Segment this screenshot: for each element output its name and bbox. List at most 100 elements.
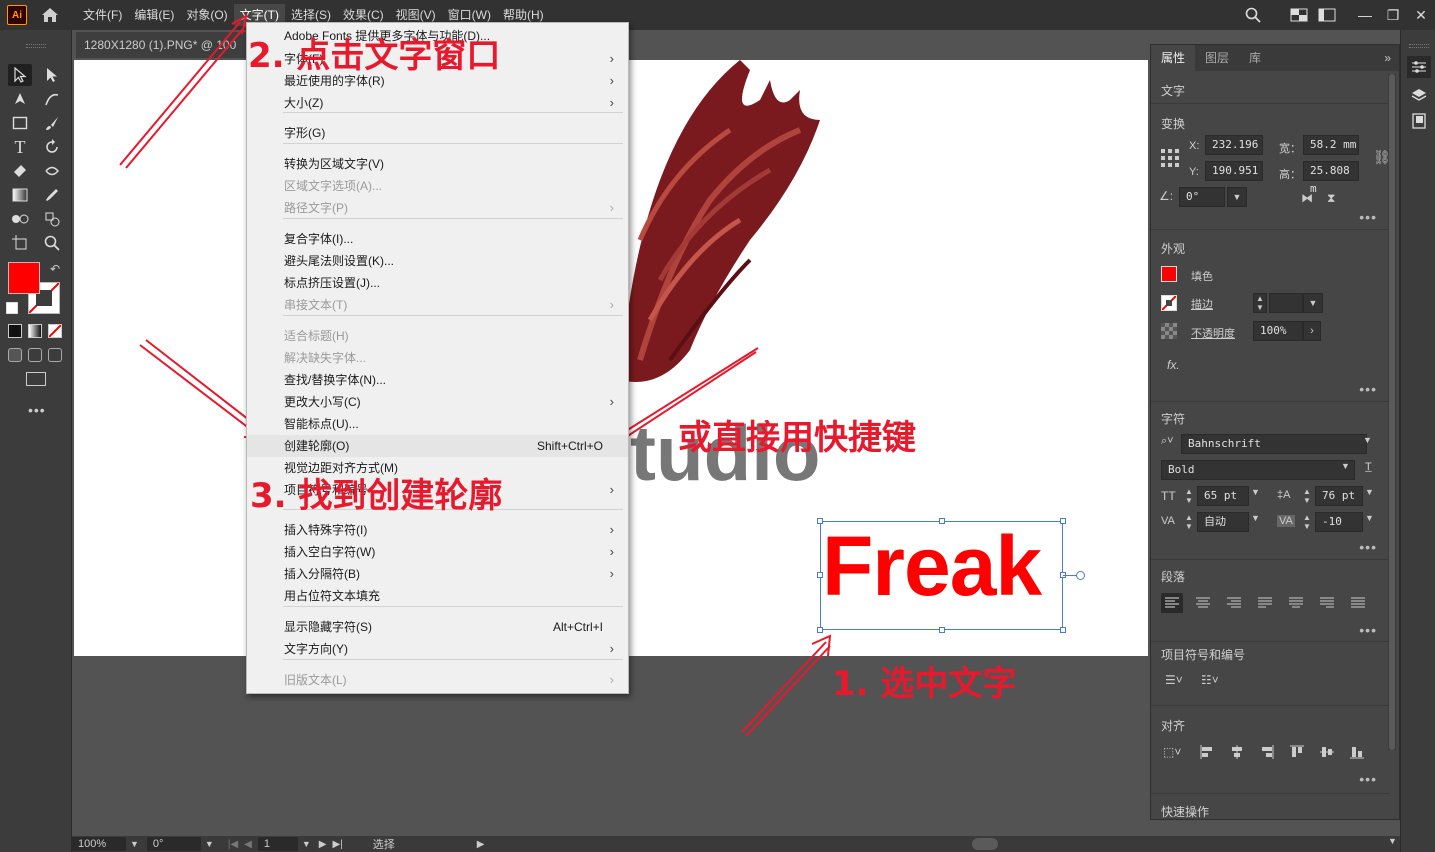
menu-option[interactable]: 转换为区域文字(V) [247, 153, 628, 175]
tab-libraries[interactable]: 库 [1239, 45, 1271, 71]
font-size-field[interactable]: 65 pt [1197, 486, 1249, 506]
document-tab[interactable]: 1280X1280 (1).PNG* @ 100 [76, 32, 246, 58]
transform-more-icon[interactable]: ••• [1359, 209, 1377, 225]
justify-left-icon[interactable] [1254, 593, 1276, 613]
prev-artboard-icon[interactable]: ◀ [244, 839, 252, 850]
reference-point-icon[interactable] [1161, 149, 1179, 167]
pen-tool-icon[interactable] [8, 88, 32, 110]
align-left-edges-icon[interactable] [1199, 744, 1219, 762]
draw-normal-icon[interactable] [8, 348, 22, 362]
dock-grip[interactable] [1409, 44, 1429, 48]
paragraph-more-icon[interactable]: ••• [1359, 622, 1377, 638]
menu-option[interactable]: 更改大小写(C) › [247, 391, 628, 413]
stroke-label[interactable]: 描边 [1191, 296, 1213, 312]
arrange-documents-icon[interactable] [1285, 4, 1313, 26]
menu-option[interactable]: 智能标点(U)... [247, 413, 628, 435]
menu-option[interactable]: 插入特殊字符(I) › [247, 519, 628, 541]
minimize-icon[interactable]: — [1351, 4, 1379, 26]
bbox-handle[interactable] [939, 627, 945, 633]
menu-option[interactable]: 避头尾法则设置(K)... [247, 250, 628, 272]
bbox-handle[interactable] [817, 627, 823, 633]
rectangle-tool-icon[interactable] [8, 112, 32, 134]
flip-horizontal-icon[interactable]: ⧓ [1301, 191, 1313, 205]
horizontal-scroll-thumb[interactable] [972, 838, 998, 850]
screen-mode-icon[interactable] [26, 372, 46, 386]
align-h-center-icon[interactable] [1229, 744, 1249, 762]
freak-text[interactable]: Freak [822, 524, 1042, 608]
swap-fill-stroke-icon[interactable]: ↶ [50, 262, 60, 276]
next-artboard-icon[interactable]: ▶ [319, 839, 327, 850]
leading-stepper[interactable]: ▲ ▼ [1303, 487, 1315, 507]
align-more-icon[interactable]: ••• [1359, 771, 1377, 787]
text-out-port-circle[interactable] [1076, 571, 1085, 580]
home-icon[interactable] [39, 4, 61, 26]
default-colors-icon[interactable] [6, 302, 18, 314]
eraser-tool-icon[interactable] [8, 160, 32, 182]
panel-collapse-icon[interactable]: » [1384, 51, 1391, 65]
leading-field[interactable]: 76 pt [1315, 486, 1363, 506]
rotation-field[interactable]: 0° [146, 837, 201, 851]
bullet-list-icon[interactable]: ☰˅ [1165, 673, 1183, 687]
character-more-icon[interactable]: ••• [1359, 539, 1377, 555]
fill-swatch[interactable] [8, 262, 40, 294]
toolbar-grip[interactable] [26, 44, 46, 48]
layers-panel-icon[interactable] [1407, 84, 1431, 106]
height-field[interactable]: 25.808 m [1303, 161, 1359, 195]
angle-dropdown-icon[interactable]: ▼ [1227, 187, 1247, 207]
artboard-dropdown-icon[interactable]: ▼ [302, 839, 311, 849]
draw-behind-icon[interactable] [28, 348, 42, 362]
menu-item[interactable]: 文件(F) [77, 4, 128, 26]
zoom-level[interactable]: 100% [72, 837, 126, 851]
last-artboard-icon[interactable]: ▶| [332, 839, 342, 850]
tab-properties[interactable]: 属性 [1151, 45, 1196, 71]
opacity-field[interactable]: 100% [1253, 321, 1303, 341]
search-icon[interactable] [1239, 4, 1267, 26]
font-family-dropdown-icon[interactable]: ▼ [1363, 435, 1372, 445]
stroke-weight-field[interactable] [1269, 293, 1303, 313]
close-icon[interactable]: ✕ [1407, 4, 1435, 26]
text-out-port[interactable] [1063, 575, 1077, 576]
width-field[interactable]: 58.2 mm [1303, 135, 1359, 155]
justify-all-icon[interactable] [1347, 593, 1369, 613]
menu-option[interactable]: 显示隐藏字符(S) Alt+Ctrl+I [247, 616, 628, 638]
color-mode-icon[interactable] [8, 324, 22, 338]
align-bottom-edges-icon[interactable] [1349, 744, 1369, 762]
tracking-dropdown-icon[interactable]: ▼ [1365, 513, 1374, 523]
flip-vertical-icon[interactable]: ⧗ [1327, 191, 1335, 206]
align-right-icon[interactable] [1223, 593, 1245, 613]
justify-center-icon[interactable] [1285, 593, 1307, 613]
menu-option[interactable]: 创建轮廓(O) Shift+Ctrl+O [247, 435, 628, 457]
kerning-field[interactable]: 自动 [1197, 512, 1249, 532]
menu-item[interactable]: 编辑(E) [128, 4, 180, 26]
artboard-tool-icon[interactable] [8, 232, 32, 254]
type-tool-icon[interactable]: T [8, 136, 32, 158]
more-tools-icon[interactable]: ••• [28, 402, 46, 418]
fx-icon[interactable]: fx. [1167, 358, 1180, 372]
appearance-more-icon[interactable]: ••• [1359, 381, 1377, 397]
restore-icon[interactable]: ❐ [1379, 4, 1407, 26]
bbox-handle[interactable] [1060, 518, 1066, 524]
y-field[interactable]: 190.951 [1205, 161, 1263, 181]
angle-field[interactable]: 0° [1179, 187, 1225, 207]
none-mode-icon[interactable] [48, 324, 62, 338]
status-menu-icon[interactable]: ▶ [477, 839, 485, 850]
menu-option[interactable]: 标点挤压设置(J)... [247, 272, 628, 294]
x-field[interactable]: 232.196 [1205, 135, 1263, 155]
artboard-number[interactable]: 1 [257, 837, 298, 851]
paintbrush-tool-icon[interactable] [40, 112, 64, 134]
blend-tool-icon[interactable] [8, 208, 32, 230]
numbered-list-icon[interactable]: ☷˅ [1201, 673, 1219, 687]
opacity-expand-icon[interactable]: › [1303, 321, 1321, 341]
gradient-mode-icon[interactable] [28, 324, 42, 338]
panel-scrollbar[interactable] [1388, 74, 1396, 750]
eyedropper-tool-icon[interactable] [40, 184, 64, 206]
first-artboard-icon[interactable]: |◀ [228, 839, 238, 850]
symbol-sprayer-tool-icon[interactable] [40, 208, 64, 230]
tab-layers[interactable]: 图层 [1195, 45, 1239, 71]
font-size-stepper[interactable]: ▲ ▼ [1185, 487, 1197, 507]
align-v-center-icon[interactable] [1319, 744, 1339, 762]
menu-option[interactable]: 用占位符文本填充 [247, 585, 628, 607]
align-left-icon[interactable] [1161, 593, 1183, 613]
draw-inside-icon[interactable] [48, 348, 62, 362]
zoom-dropdown-icon[interactable]: ▼ [130, 839, 139, 849]
